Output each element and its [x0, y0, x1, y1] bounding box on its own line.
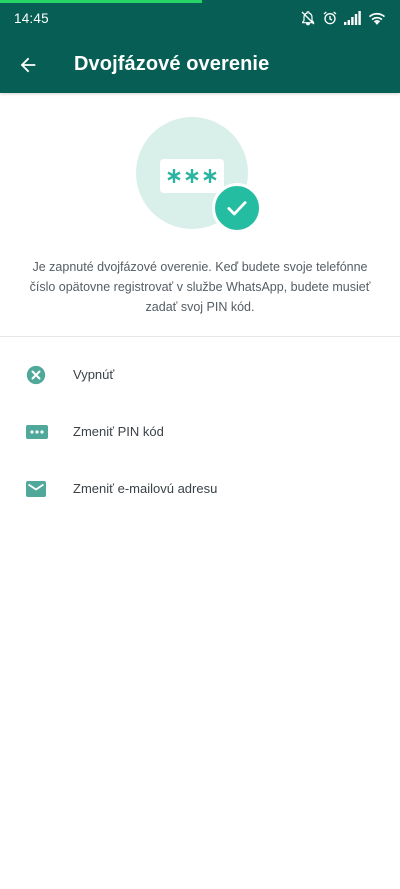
bell-off-icon: [301, 11, 315, 26]
menu-item-disable[interactable]: Vypnúť: [0, 346, 400, 403]
back-button[interactable]: [0, 36, 56, 93]
menu-item-label: Zmeniť PIN kód: [73, 424, 164, 439]
menu-item-change-email[interactable]: Zmeniť e-mailovú adresu: [0, 460, 400, 517]
description-text: Je zapnuté dvojfázové overenie. Keď bude…: [29, 260, 371, 314]
close-circle-icon: [26, 365, 46, 384]
menu-item-label: Zmeniť e-mailovú adresu: [73, 481, 218, 496]
mail-icon: [26, 480, 46, 497]
check-badge: [212, 183, 262, 233]
menu-item-change-pin[interactable]: Zmeniť PIN kód: [0, 403, 400, 460]
alarm-icon: [323, 11, 337, 25]
hero-illustration: [0, 93, 400, 241]
status-progress-bar: [0, 0, 202, 3]
pin-dots-icon: [26, 424, 48, 439]
signal-icon: [344, 11, 361, 25]
pin-mask-icon: [167, 169, 217, 183]
arrow-left-icon: [20, 57, 36, 72]
status-time: 14:45: [14, 10, 49, 26]
check-icon: [227, 201, 247, 216]
menu-item-label: Vypnúť: [73, 367, 115, 382]
pin-card: [160, 159, 224, 193]
options-menu: Vypnúť Zmeniť PIN kód Zmeniť e-mailovú a…: [0, 337, 400, 517]
page-title: Dvojfázové overenie: [74, 53, 270, 75]
app-bar: Dvojfázové overenie: [0, 36, 400, 93]
wifi-icon: [368, 12, 386, 25]
status-bar: 14:45: [0, 0, 400, 36]
status-icons: [300, 10, 386, 26]
